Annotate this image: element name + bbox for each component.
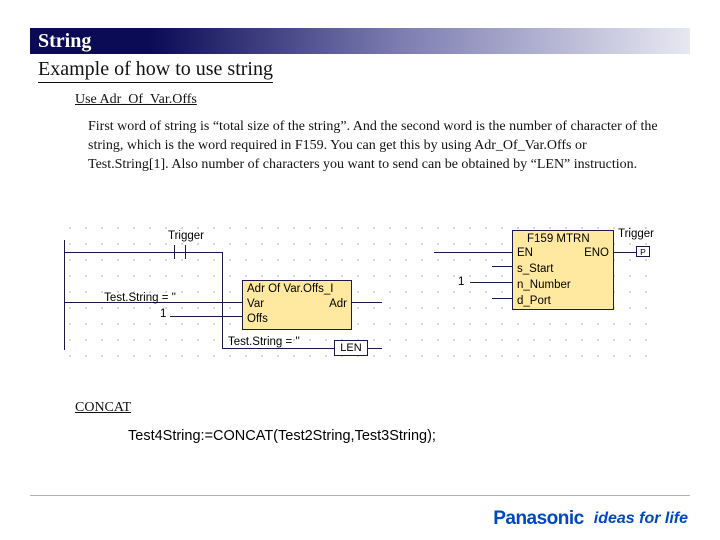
subtitle: Example of how to use string	[38, 58, 273, 83]
trigger-label: Trigger	[168, 230, 204, 242]
f159-nnumber: n_Number	[517, 279, 571, 291]
footer-rule	[30, 495, 690, 497]
adr-block-var: Var	[247, 298, 264, 310]
footer-logo: Panasonic ideas for life	[493, 508, 688, 530]
plc-diagram: Trigger Test.String = '' 1 Adr Of Var.Of…	[62, 220, 658, 370]
adr-block-offs: Offs	[247, 313, 268, 325]
page-title: String	[30, 30, 91, 53]
f159-en: EN	[517, 247, 533, 259]
adr-block: Adr Of Var.Offs_I Var Adr Offs	[242, 280, 352, 330]
len-label: LEN	[340, 342, 361, 354]
f159-eno: ENO	[584, 247, 609, 259]
concat-code: Test4String:=CONCAT(Test2String,Test3Str…	[128, 428, 436, 444]
tagline-text: ideas for life	[594, 510, 688, 528]
len-block: LEN	[334, 340, 368, 356]
trigger-out-label: Trigger	[618, 228, 654, 240]
f159-title: F159 MTRN	[527, 233, 590, 245]
f159-dport: d_Port	[517, 295, 551, 307]
one-label-right: 1	[458, 276, 464, 288]
adr-block-adr: Adr	[329, 298, 347, 310]
teststring-label: Test.String = ''	[80, 292, 176, 304]
section2-heading-text: CONCAT	[75, 400, 131, 415]
section1-heading-text: Use Adr_Of_Var.Offs	[75, 92, 197, 107]
trigger-coil: P	[636, 246, 650, 257]
brand-text: Panasonic	[493, 508, 584, 530]
one-label-left: 1	[160, 308, 166, 320]
section1-heading: Use Adr_Of_Var.Offs	[75, 92, 197, 108]
trigger-contact	[174, 245, 186, 259]
f159-block: F159 MTRN EN ENO s_Start n_Number d_Port	[512, 230, 614, 310]
section1-body: First word of string is “total size of t…	[88, 118, 660, 175]
f159-sstart: s_Start	[517, 263, 553, 275]
header-bar: String	[30, 28, 690, 54]
adr-block-title: Adr Of Var.Offs_I	[247, 283, 334, 295]
section2-heading: CONCAT	[75, 400, 131, 416]
teststring-label-2: Test.String = ''	[228, 336, 300, 348]
